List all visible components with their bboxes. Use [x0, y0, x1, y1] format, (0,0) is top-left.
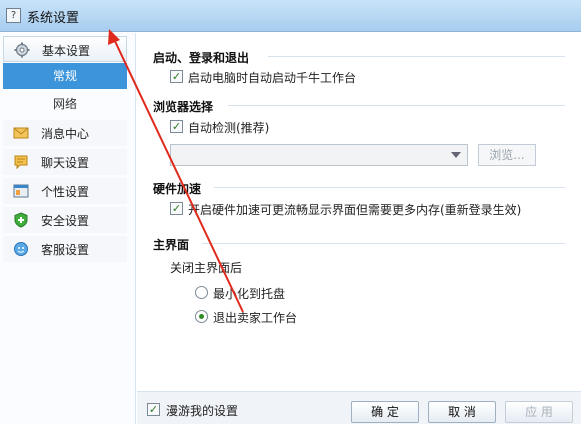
close-behavior-label: 关闭主界面后 [170, 261, 243, 275]
autodetect-label: 自动检测(推荐) [188, 121, 270, 135]
sidebar-item-label: 个性设置 [41, 185, 90, 199]
sidebar-item-security[interactable]: 安全设置 [3, 207, 127, 233]
sidebar: 基本设置 常规 网络 消息中心 聊天设置 个性设置 安全设置 客服设置 [0, 33, 136, 424]
section-title-browser: 浏览器选择 [153, 100, 214, 114]
roam-settings-label: 漫游我的设置 [166, 404, 239, 418]
sidebar-item-label: 客服设置 [41, 243, 90, 257]
section-divider [228, 105, 565, 106]
window-icon [13, 184, 29, 198]
sidebar-item-message-center[interactable]: 消息中心 [3, 120, 127, 146]
title-bar[interactable]: ? 系统设置 [0, 0, 581, 32]
exit-workbench-radio[interactable] [195, 310, 208, 323]
section-divider [268, 56, 565, 57]
sidebar-item-label: 安全设置 [41, 214, 90, 228]
sidebar-item-label: 基本设置 [42, 44, 91, 58]
ok-button[interactable]: 确 定 [351, 401, 419, 423]
section-divider [202, 243, 565, 244]
sidebar-subitem-network[interactable]: 网络 [3, 91, 127, 117]
chevron-down-icon [451, 152, 461, 158]
apply-button[interactable]: 应 用 [505, 401, 573, 423]
minimize-to-tray-radio[interactable] [195, 286, 208, 299]
section-title-main-ui: 主界面 [153, 238, 190, 252]
exit-workbench-label: 退出卖家工作台 [213, 311, 298, 325]
shield-plus-icon [14, 212, 28, 228]
hardware-accel-label: 开启硬件加速可更流畅显示界面但需要更多内存(重新登录生效) [188, 203, 522, 217]
hardware-accel-checkbox[interactable]: ✓ [170, 202, 183, 215]
roam-settings-checkbox[interactable]: ✓ [147, 403, 160, 416]
window-title: 系统设置 [27, 11, 80, 26]
app-icon: ? [6, 8, 21, 23]
chat-bubble-icon [14, 155, 28, 170]
minimize-to-tray-label: 最小化到托盘 [213, 287, 286, 301]
cancel-button[interactable]: 取 消 [428, 401, 496, 423]
sidebar-item-chat-settings[interactable]: 聊天设置 [3, 149, 127, 175]
service-icon [14, 242, 28, 256]
sidebar-item-personalization[interactable]: 个性设置 [3, 178, 127, 204]
section-divider [214, 187, 565, 188]
sidebar-item-customer-service[interactable]: 客服设置 [3, 236, 127, 262]
sidebar-item-label: 消息中心 [41, 127, 90, 141]
envelope-icon [13, 127, 29, 139]
autostart-checkbox[interactable]: ✓ [170, 70, 183, 83]
browser-select[interactable] [170, 144, 468, 166]
section-title-hardware: 硬件加速 [153, 182, 202, 196]
sidebar-subitem-general[interactable]: 常规 [3, 63, 127, 89]
sidebar-item-label: 聊天设置 [41, 156, 90, 170]
browse-button[interactable]: 浏览... [478, 144, 536, 166]
section-title-startup: 启动、登录和退出 [153, 51, 250, 65]
autodetect-checkbox[interactable]: ✓ [170, 120, 183, 133]
autostart-label: 启动电脑时自动启动千牛工作台 [188, 71, 357, 85]
gear-icon [14, 42, 30, 58]
sidebar-item-basic-settings[interactable]: 基本设置 [3, 36, 127, 62]
